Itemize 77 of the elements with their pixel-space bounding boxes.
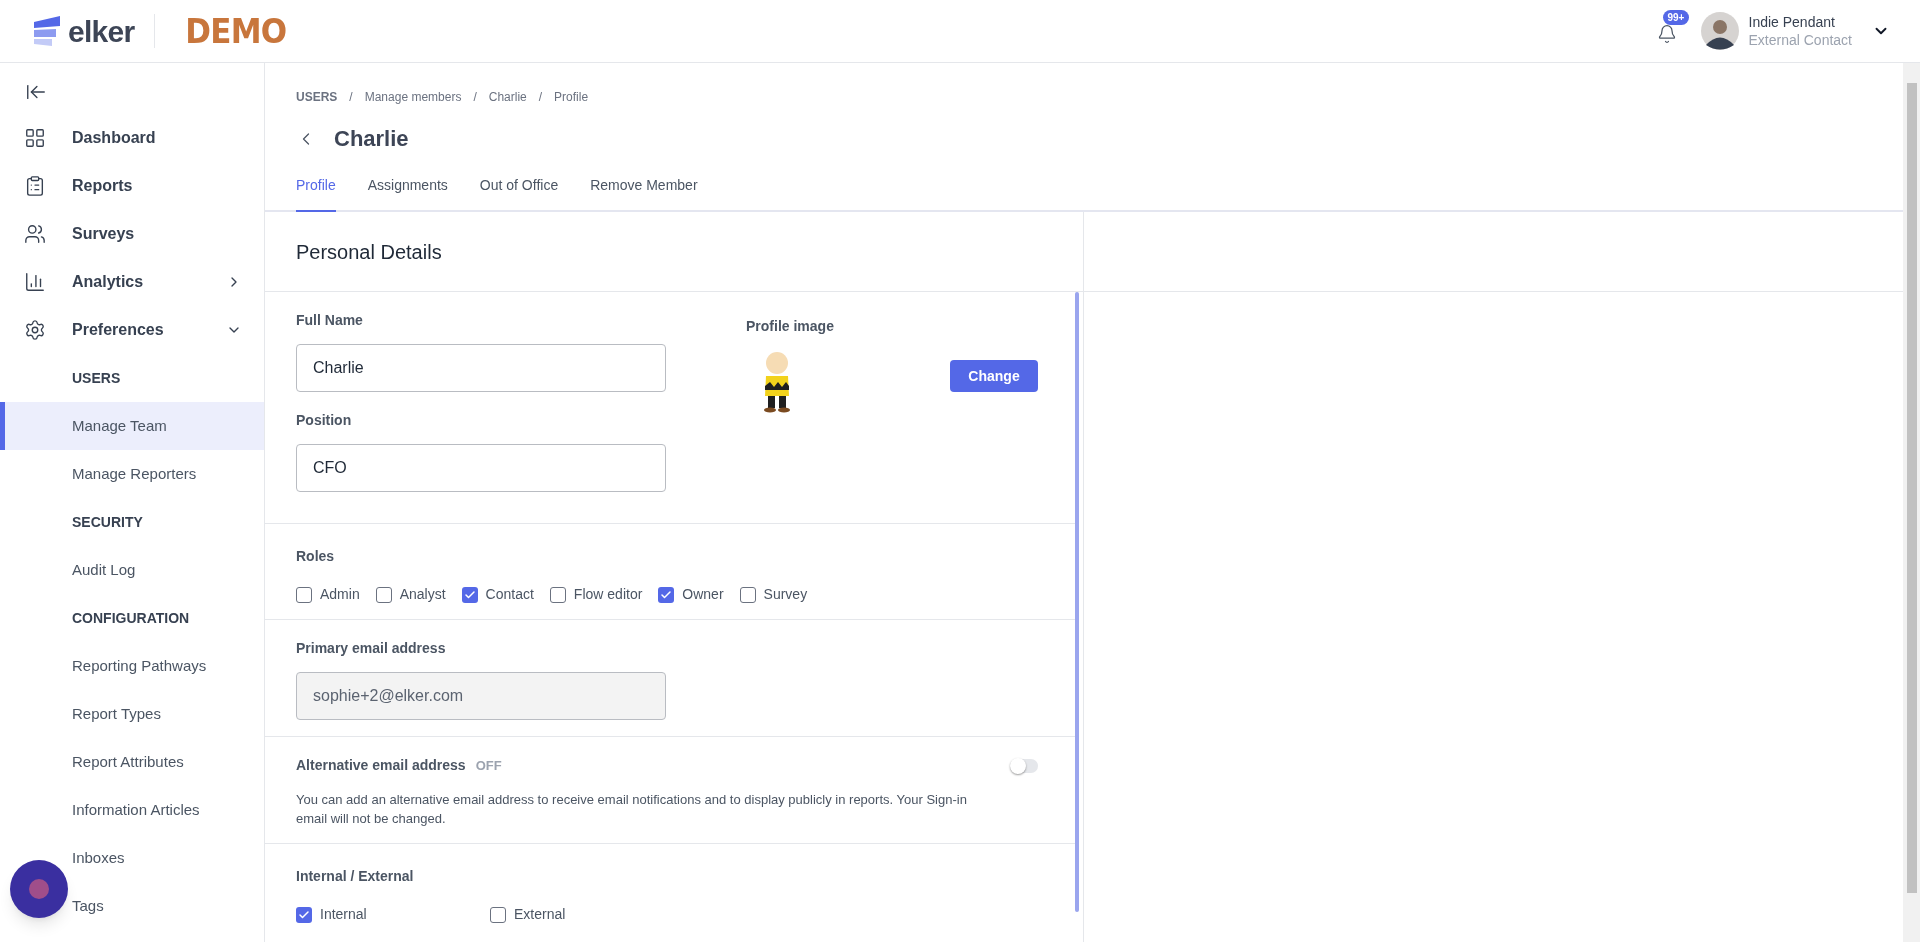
menu-item[interactable]: Report Attributes [0, 738, 264, 786]
checkbox[interactable] [375, 586, 392, 603]
checkbox[interactable] [490, 906, 506, 923]
menu-item[interactable]: Reporting Pathways [0, 642, 264, 690]
nav-item[interactable]: Dashboard [0, 114, 264, 162]
checkbox[interactable] [658, 586, 675, 603]
nav-item[interactable]: Preferences [0, 306, 264, 354]
checkbox[interactable] [739, 586, 756, 603]
bar-chart-icon [24, 271, 46, 293]
check-icon [660, 588, 673, 601]
logo: elker [68, 13, 135, 50]
check-icon [463, 588, 476, 601]
checkbox-label: Owner [682, 585, 724, 604]
menu-item[interactable]: Manage Team [0, 402, 264, 450]
checkbox-label: Contact [485, 585, 534, 604]
breadcrumb-separator: / [473, 89, 477, 106]
section-heading: CONFIGURATION [72, 608, 190, 628]
notification-badge: 99+ [1662, 10, 1690, 25]
tab[interactable]: Remove Member [590, 175, 698, 212]
check-icon [298, 908, 310, 921]
checkbox[interactable] [296, 906, 312, 923]
field-label: Internal / External [296, 868, 414, 884]
checkbox[interactable] [461, 586, 478, 603]
menu-item[interactable]: Information Articles [0, 786, 264, 834]
nav-item[interactable]: Analytics [0, 258, 264, 306]
page-title: Charlie [334, 125, 409, 153]
menu-item[interactable]: Tags [0, 882, 264, 930]
section-heading: USERS [72, 368, 121, 388]
checkbox-label: Analyst [399, 585, 446, 604]
section-title: Personal Details [296, 239, 442, 265]
field-label: Profile image [746, 318, 834, 334]
nav-item[interactable]: Reports [0, 162, 264, 210]
checkbox-label: Admin [320, 585, 360, 604]
breadcrumb-link[interactable]: USERS [296, 88, 338, 106]
toggle-switch[interactable] [1010, 758, 1038, 773]
field-label: Roles [296, 548, 335, 564]
tab[interactable]: Assignments [367, 175, 448, 212]
site-label: DEMO [185, 9, 287, 53]
field-label: Full Name [296, 311, 364, 330]
tab[interactable]: Profile [296, 175, 336, 212]
checkbox[interactable] [549, 586, 566, 603]
breadcrumb-separator: / [349, 89, 353, 106]
breadcrumb-separator: / [538, 89, 543, 106]
tab[interactable]: Out of Office [479, 175, 559, 212]
menu-item[interactable]: Inboxes [0, 834, 264, 882]
menu-item[interactable]: Manage Reporters [0, 450, 264, 498]
breadcrumb-link[interactable]: Profile [554, 88, 589, 106]
bell-icon[interactable] [1656, 24, 1677, 44]
breadcrumb-link[interactable]: Manage members [364, 88, 462, 106]
breadcrumb-link[interactable]: Charlie [488, 88, 527, 106]
menu-item[interactable]: Report Types [0, 690, 264, 738]
change-button[interactable]: Change [950, 360, 1038, 392]
checkbox-label: External [514, 905, 566, 924]
scrollbar[interactable] [1906, 83, 1917, 893]
checkbox-label: Survey [763, 585, 808, 604]
grid-icon [24, 127, 46, 149]
user-name: Indie Pendant [1748, 13, 1836, 31]
toggle-state: OFF [475, 756, 502, 775]
avatar[interactable] [1700, 12, 1739, 50]
checkbox-label: Internal [320, 905, 367, 924]
user-role: External Contact [1748, 31, 1852, 49]
scrollbar[interactable] [1075, 292, 1079, 912]
input-field[interactable]: Charlie [296, 344, 666, 392]
field-label: Alternative email address [296, 756, 466, 775]
section-heading: SECURITY [72, 512, 143, 532]
menu-item[interactable]: Audit Log [0, 546, 264, 594]
checkbox-label: Flow editor [573, 585, 643, 604]
people-icon [24, 223, 46, 245]
input-field[interactable]: CFO [296, 444, 666, 492]
field-label: Position [296, 411, 353, 430]
clipboard-icon [24, 175, 46, 197]
chat-button[interactable] [10, 860, 68, 918]
nav-item[interactable]: Surveys [0, 210, 264, 258]
help-text: You can add an alternative email address to receive email notifications and to display publicly in reports. Your Sign-in email will not be changed. [296, 791, 968, 828]
checkbox[interactable] [296, 586, 312, 603]
settings-icon [24, 319, 46, 341]
field-label: Primary email address [296, 639, 447, 658]
